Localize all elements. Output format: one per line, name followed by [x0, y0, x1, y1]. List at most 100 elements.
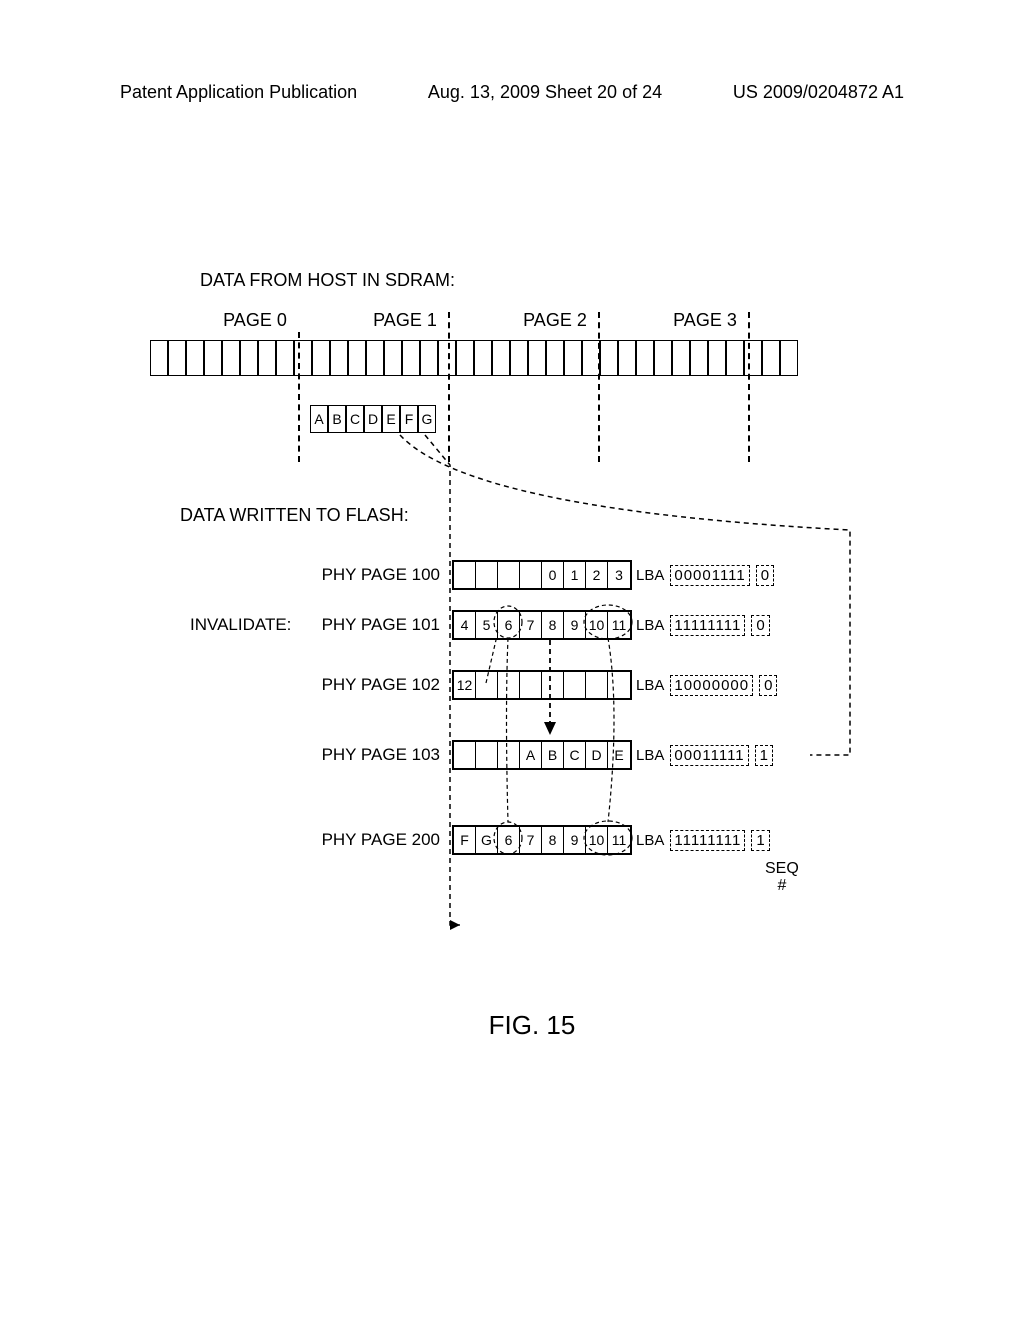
new-data-cell: C [346, 405, 364, 433]
sdram-cell [204, 340, 222, 376]
phy-page-cells: 0123 [452, 560, 632, 590]
page-divider [448, 312, 450, 462]
phy-cell: 9 [564, 827, 586, 853]
phy-cell: 10 [586, 827, 608, 853]
header-right: US 2009/0204872 A1 [733, 82, 904, 103]
phy-page-meta: LBA000111111 [636, 745, 773, 766]
phy-cell: B [542, 742, 564, 768]
phy-page-row: PHY PAGE 200FG67891011LBA111111111 [310, 825, 770, 855]
new-data-boxes: ABCDEFG [310, 405, 436, 433]
phy-page-meta: LBA100000000 [636, 675, 777, 696]
document-header: Patent Application Publication Aug. 13, … [120, 82, 904, 103]
phy-cell [498, 742, 520, 768]
phy-cell: A [520, 742, 542, 768]
phy-page-cells: 4567891011 [452, 610, 632, 640]
sector-valid-bits: 11111111 [670, 830, 745, 851]
sdram-cell [762, 340, 780, 376]
sdram-cell [654, 340, 672, 376]
sdram-cell [672, 340, 690, 376]
new-data-cell: E [382, 405, 400, 433]
phy-cell: 11 [608, 827, 630, 853]
phy-cell [520, 562, 542, 588]
lba-label: LBA [636, 747, 664, 764]
sdram-cell [546, 340, 564, 376]
sdram-cell [564, 340, 582, 376]
header-left: Patent Application Publication [120, 82, 357, 103]
new-data-cell: F [400, 405, 418, 433]
phy-cell: 8 [542, 827, 564, 853]
phy-cell: 6 [498, 827, 520, 853]
phy-page-cells: 12 [452, 670, 632, 700]
sdram-cell [402, 340, 420, 376]
sdram-cell [420, 340, 438, 376]
phy-page-cells: FG67891011 [452, 825, 632, 855]
phy-cell [586, 672, 608, 698]
phy-cell [608, 672, 630, 698]
sdram-strip [150, 340, 798, 376]
sector-valid-bits: 00001111 [670, 565, 749, 586]
phy-page-meta: LBA000011110 [636, 565, 774, 586]
phy-cell: D [586, 742, 608, 768]
sector-valid-bits: 11111111 [670, 615, 745, 636]
phy-cell: 4 [454, 612, 476, 638]
phy-cell [476, 672, 498, 698]
page-divider [298, 332, 300, 462]
sdram-cell [600, 340, 618, 376]
sdram-cell [384, 340, 402, 376]
sdram-cell [150, 340, 168, 376]
phy-page-meta: LBA111111110 [636, 615, 770, 636]
lba-label: LBA [636, 677, 664, 694]
sdram-cell [456, 340, 474, 376]
sdram-cell [690, 340, 708, 376]
phy-cell: 7 [520, 612, 542, 638]
phy-cell: 2 [586, 562, 608, 588]
label-data-written-to-flash: DATA WRITTEN TO FLASH: [180, 505, 409, 526]
page-labels: PAGE 0 PAGE 1 PAGE 2 PAGE 3 [180, 310, 780, 331]
phy-page-cells: ABCDE [452, 740, 632, 770]
page-label: PAGE 0 [180, 310, 330, 331]
phy-cell: 5 [476, 612, 498, 638]
new-data-cell: G [418, 405, 436, 433]
connectors [150, 270, 930, 1030]
sdram-cell [186, 340, 204, 376]
phy-cell: 8 [542, 612, 564, 638]
phy-page-label: PHY PAGE 200 [310, 830, 440, 850]
sdram-cell [636, 340, 654, 376]
page-label: PAGE 1 [330, 310, 480, 331]
sdram-cell [744, 340, 762, 376]
seq-number: 0 [751, 615, 769, 636]
phy-cell: 10 [586, 612, 608, 638]
phy-cell: 6 [498, 612, 520, 638]
phy-cell [498, 562, 520, 588]
phy-cell: 7 [520, 827, 542, 853]
page-divider [598, 312, 600, 462]
lba-label: LBA [636, 832, 664, 849]
sdram-cell [438, 340, 456, 376]
page: Patent Application Publication Aug. 13, … [0, 0, 1024, 1320]
phy-page-label: PHY PAGE 102 [310, 675, 440, 695]
seq-number: 0 [759, 675, 777, 696]
phy-cell [476, 562, 498, 588]
page-label: PAGE 2 [480, 310, 630, 331]
sdram-cell [366, 340, 384, 376]
phy-cell: 1 [564, 562, 586, 588]
phy-cell [454, 562, 476, 588]
phy-cell: 3 [608, 562, 630, 588]
phy-cell: F [454, 827, 476, 853]
phy-page-row: PHY PAGE 1014567891011LBA111111110 [310, 610, 770, 640]
phy-cell: G [476, 827, 498, 853]
new-data-cell: D [364, 405, 382, 433]
phy-cell [520, 672, 542, 698]
sdram-cell [222, 340, 240, 376]
seq-number: 1 [755, 745, 773, 766]
phy-cell: E [608, 742, 630, 768]
phy-page-row: PHY PAGE 102 12LBA100000000 [310, 670, 777, 700]
new-data-cell: B [328, 405, 346, 433]
phy-cell: 0 [542, 562, 564, 588]
phy-cell [476, 742, 498, 768]
phy-page-meta: LBA111111111 [636, 830, 770, 851]
figure-15: DATA FROM HOST IN SDRAM: PAGE 0 PAGE 1 P… [150, 270, 914, 1070]
sdram-cell [726, 340, 744, 376]
phy-cell: 9 [564, 612, 586, 638]
sdram-cell [528, 340, 546, 376]
